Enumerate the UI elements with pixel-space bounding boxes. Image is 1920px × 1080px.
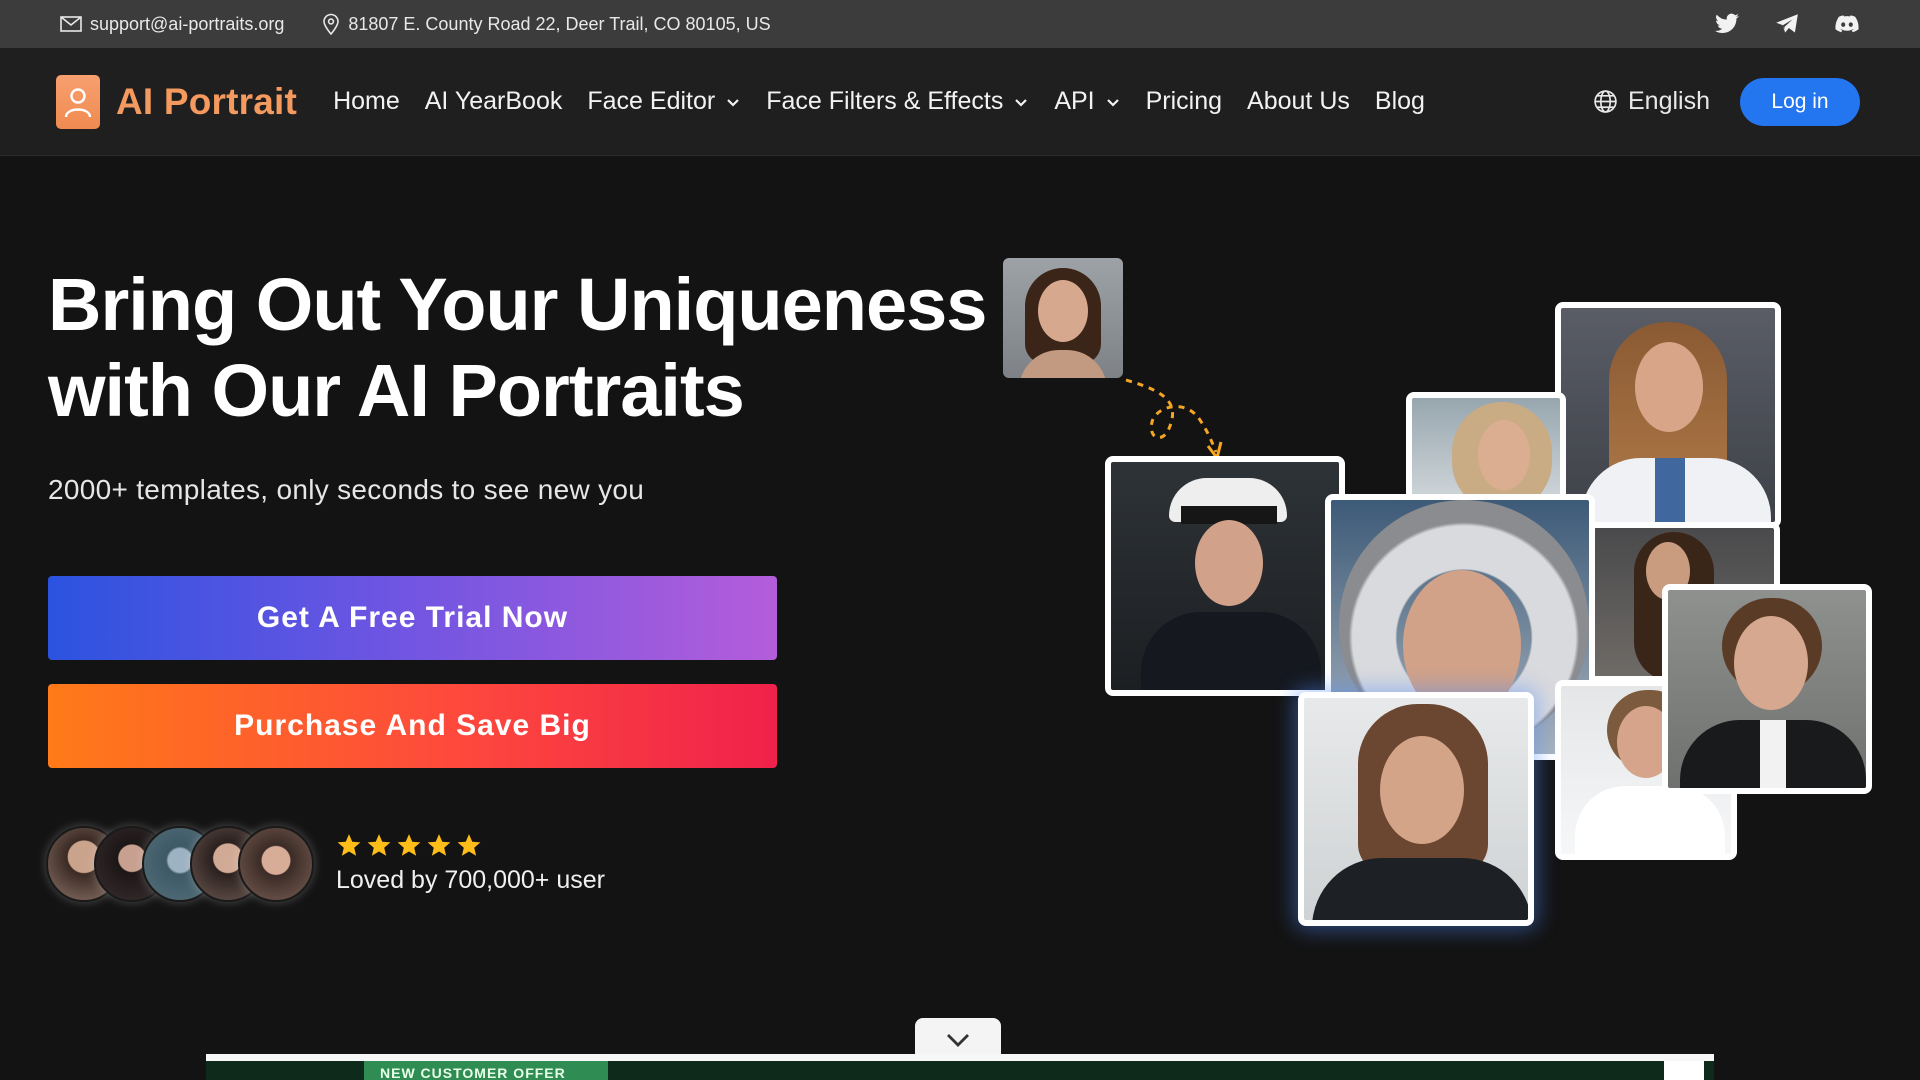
- star-icon: [337, 834, 361, 856]
- chevron-down-icon: [1106, 98, 1119, 107]
- portrait-uniform: [1298, 692, 1534, 926]
- nav-label: Pricing: [1145, 87, 1223, 115]
- hero-title-line2: with Our AI Portraits: [48, 349, 745, 432]
- nav-label: API: [1054, 87, 1095, 115]
- social-proof-text: Loved by 700,000+ user: [336, 866, 605, 894]
- free-trial-button[interactable]: Get A Free Trial Now: [48, 576, 777, 660]
- source-photo: [1003, 258, 1123, 378]
- hero-title: Bring Out Your Uniqueness with Our AI Po…: [48, 262, 1008, 434]
- nav-label: About Us: [1247, 87, 1350, 115]
- rating-stars: [336, 832, 482, 858]
- social-links: [1714, 11, 1860, 37]
- main-nav: AI Portrait Home AI YearBook Face Editor…: [0, 48, 1920, 156]
- contact-email[interactable]: support@ai-portraits.org: [60, 14, 284, 35]
- star-icon: [367, 834, 391, 856]
- contact-address: 81807 E. County Road 22, Deer Trail, CO …: [322, 13, 771, 35]
- nav-label: Home: [333, 87, 400, 115]
- transform-arrow-icon: [1125, 378, 1223, 462]
- star-icon: [457, 834, 481, 856]
- nav-menu: Home AI YearBook Face Editor Face Filter…: [333, 87, 1425, 116]
- portrait-captain: [1105, 456, 1345, 696]
- star-icon: [427, 834, 451, 856]
- nav-item-about-us[interactable]: About Us: [1247, 87, 1350, 116]
- telegram-icon[interactable]: [1774, 11, 1800, 37]
- nav-label: Face Editor: [587, 87, 716, 115]
- contact-email-text: support@ai-portraits.org: [90, 13, 285, 34]
- ad-banner-label: NEW CUSTOMER OFFER: [364, 1061, 608, 1080]
- nav-right: English Log in: [1593, 77, 1864, 126]
- portrait-windswept: [1406, 392, 1566, 502]
- hero-title-line1: Bring Out Your Uniqueness: [48, 263, 987, 346]
- contact-address-text: 81807 E. County Road 22, Deer Trail, CO …: [348, 13, 771, 34]
- nav-label: Face Filters & Effects: [766, 87, 1004, 115]
- language-selector[interactable]: English: [1593, 87, 1710, 116]
- nav-item-ai-yearbook[interactable]: AI YearBook: [425, 87, 563, 116]
- location-pin-icon: [323, 13, 340, 35]
- discord-icon[interactable]: [1834, 11, 1860, 37]
- person-icon: [56, 74, 100, 129]
- brand-name: AI Portrait: [116, 80, 298, 122]
- nav-item-pricing[interactable]: Pricing: [1146, 87, 1222, 116]
- nav-item-face-editor[interactable]: Face Editor: [587, 87, 741, 116]
- top-info-bar: support@ai-portraits.org 81807 E. County…: [0, 0, 1920, 48]
- portrait-business: [1662, 584, 1872, 794]
- twitter-icon[interactable]: [1714, 11, 1740, 37]
- globe-icon: [1594, 90, 1617, 113]
- nav-item-face-filters[interactable]: Face Filters & Effects: [766, 87, 1029, 116]
- ad-choices-icon[interactable]: [1664, 1061, 1704, 1080]
- purchase-button[interactable]: Purchase And Save Big: [48, 684, 777, 768]
- star-icon: [397, 834, 421, 856]
- nav-item-api[interactable]: API: [1054, 87, 1120, 116]
- nav-label: AI YearBook: [424, 87, 563, 115]
- mail-icon: [60, 16, 82, 32]
- nav-item-home[interactable]: Home: [333, 87, 400, 116]
- chevron-down-icon: [947, 1034, 969, 1047]
- login-button[interactable]: Log in: [1740, 77, 1860, 126]
- ad-banner[interactable]: NEW CUSTOMER OFFER: [206, 1054, 1714, 1080]
- avatar: [238, 826, 314, 902]
- language-label: English: [1628, 87, 1710, 115]
- nav-label: Blog: [1374, 87, 1425, 115]
- user-avatars: [46, 826, 316, 902]
- brand-logo[interactable]: AI Portrait: [56, 74, 298, 129]
- hero-subtitle: 2000+ templates, only seconds to see new…: [48, 474, 645, 505]
- chevron-down-icon: [1015, 98, 1028, 107]
- chevron-down-icon: [727, 98, 739, 107]
- nav-item-blog[interactable]: Blog: [1375, 87, 1425, 116]
